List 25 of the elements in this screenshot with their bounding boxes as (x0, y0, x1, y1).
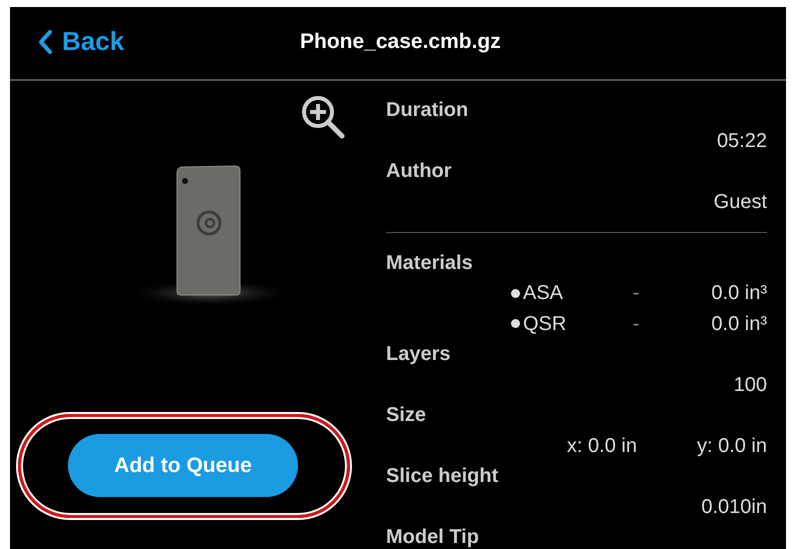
material-amount: 0.0 in³ (710, 281, 767, 306)
detail-value: Guest (712, 190, 767, 214)
detail-label: Author (386, 159, 453, 184)
detail-label: Model Tip (386, 525, 480, 549)
detail-label: Layers (386, 342, 452, 367)
zoom-in-icon[interactable] (300, 94, 346, 140)
detail-label: Duration (386, 98, 470, 123)
detail-label: Materials (386, 250, 474, 276)
detail-label: Size (386, 403, 428, 428)
detail-value: 05:22 (716, 128, 767, 154)
separator-dash: - (632, 281, 640, 306)
material-name: QSR (523, 312, 566, 336)
file-title: Phone_case.cmb.gz (300, 30, 501, 54)
detail-value: 0.010in (700, 494, 767, 520)
size-x-value: x: 0.0 in (566, 434, 637, 458)
chevron-left-icon (38, 30, 52, 54)
detail-value: 100 (732, 372, 767, 398)
material-amount: 0.0 in³ (710, 312, 767, 336)
detail-label: Slice height (386, 464, 500, 489)
back-button[interactable]: Back (38, 26, 124, 57)
bullet-icon (511, 288, 520, 298)
bullet-icon (511, 319, 520, 328)
separator-dash: - (632, 312, 640, 336)
size-y-value: y: 0.0 in (696, 434, 767, 458)
material-name: ASA (523, 281, 564, 306)
